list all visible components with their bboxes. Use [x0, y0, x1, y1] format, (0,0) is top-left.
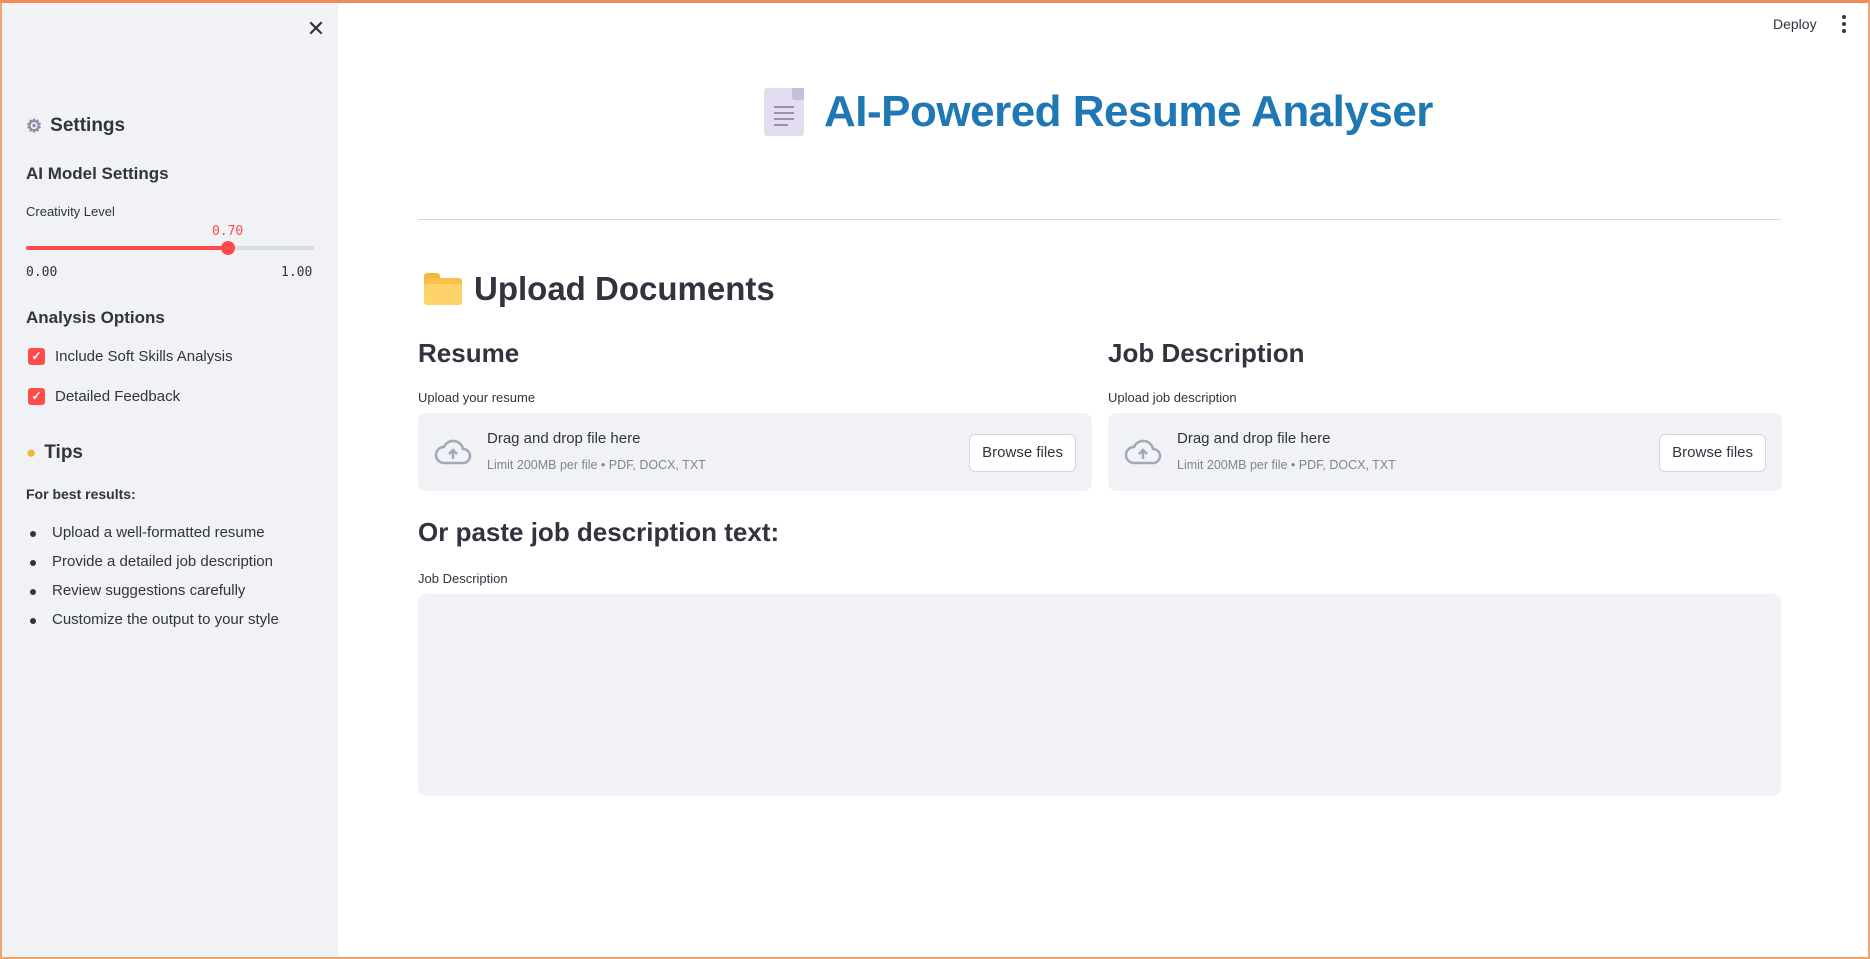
soft-skills-checkbox[interactable]: ✓ Include Soft Skills Analysis — [28, 348, 233, 365]
slider-max: 1.00 — [281, 265, 313, 280]
lightbulb-icon: ● — [26, 443, 37, 462]
resume-heading: Resume — [418, 338, 520, 368]
sidebar: ✕ ⚙ Settings AI Model Settings Creativit… — [2, 3, 338, 957]
paste-heading: Or paste job description text: — [418, 517, 780, 547]
creativity-slider[interactable] — [26, 241, 314, 255]
dropzone-limits: Limit 200MB per file • PDF, DOCX, TXT — [1177, 458, 1396, 472]
job-browse-button[interactable]: Browse files — [1659, 434, 1766, 472]
slider-fill — [26, 246, 228, 250]
tips-list: Upload a well-formatted resume Provide a… — [26, 524, 279, 640]
checkbox-checked-icon[interactable]: ✓ — [28, 388, 45, 405]
dropzone-title: Drag and drop file here — [487, 430, 641, 447]
detailed-feedback-checkbox[interactable]: ✓ Detailed Feedback — [28, 388, 180, 405]
slider-min: 0.00 — [26, 265, 58, 280]
resume-dropzone[interactable]: Drag and drop file here Limit 200MB per … — [418, 413, 1092, 491]
tips-subtitle: For best results: — [26, 486, 136, 502]
job-description-textarea[interactable] — [418, 594, 1781, 796]
analysis-options-heading: Analysis Options — [26, 308, 165, 327]
tips-heading: ● Tips — [26, 442, 83, 463]
divider — [418, 219, 1781, 220]
dropzone-limits: Limit 200MB per file • PDF, DOCX, TXT — [487, 458, 706, 472]
dropzone-title: Drag and drop file here — [1177, 430, 1331, 447]
list-item: Customize the output to your style — [26, 611, 279, 640]
settings-heading: ⚙ Settings — [26, 115, 126, 136]
page-title: AI-Powered Resume Analyser — [764, 82, 1433, 142]
upload-documents-heading: Upload Documents — [424, 270, 775, 308]
gear-icon: ⚙ — [26, 115, 43, 136]
job-upload-label: Upload job description — [1108, 390, 1237, 405]
job-dropzone[interactable]: Drag and drop file here Limit 200MB per … — [1108, 413, 1782, 491]
slider-thumb[interactable] — [220, 241, 235, 255]
folder-icon — [424, 273, 462, 305]
list-item: Provide a detailed job description — [26, 553, 279, 582]
document-icon — [764, 88, 804, 136]
cloud-upload-icon — [1124, 439, 1162, 465]
resume-browse-button[interactable]: Browse files — [969, 434, 1076, 472]
list-item: Review suggestions carefully — [26, 582, 279, 611]
slider-value: 0.70 — [211, 224, 244, 239]
paste-label: Job Description — [418, 571, 508, 586]
list-item: Upload a well-formatted resume — [26, 524, 279, 553]
slider-label: Creativity Level — [26, 204, 115, 219]
deploy-button[interactable]: Deploy — [1769, 14, 1821, 34]
model-settings-heading: AI Model Settings — [26, 164, 169, 183]
resume-upload-label: Upload your resume — [418, 390, 536, 405]
checkbox-checked-icon[interactable]: ✓ — [28, 348, 45, 365]
job-description-heading: Job Description — [1108, 338, 1305, 368]
close-icon[interactable]: ✕ — [304, 17, 328, 41]
kebab-menu-icon[interactable] — [1836, 13, 1852, 35]
cloud-upload-icon — [434, 439, 472, 465]
